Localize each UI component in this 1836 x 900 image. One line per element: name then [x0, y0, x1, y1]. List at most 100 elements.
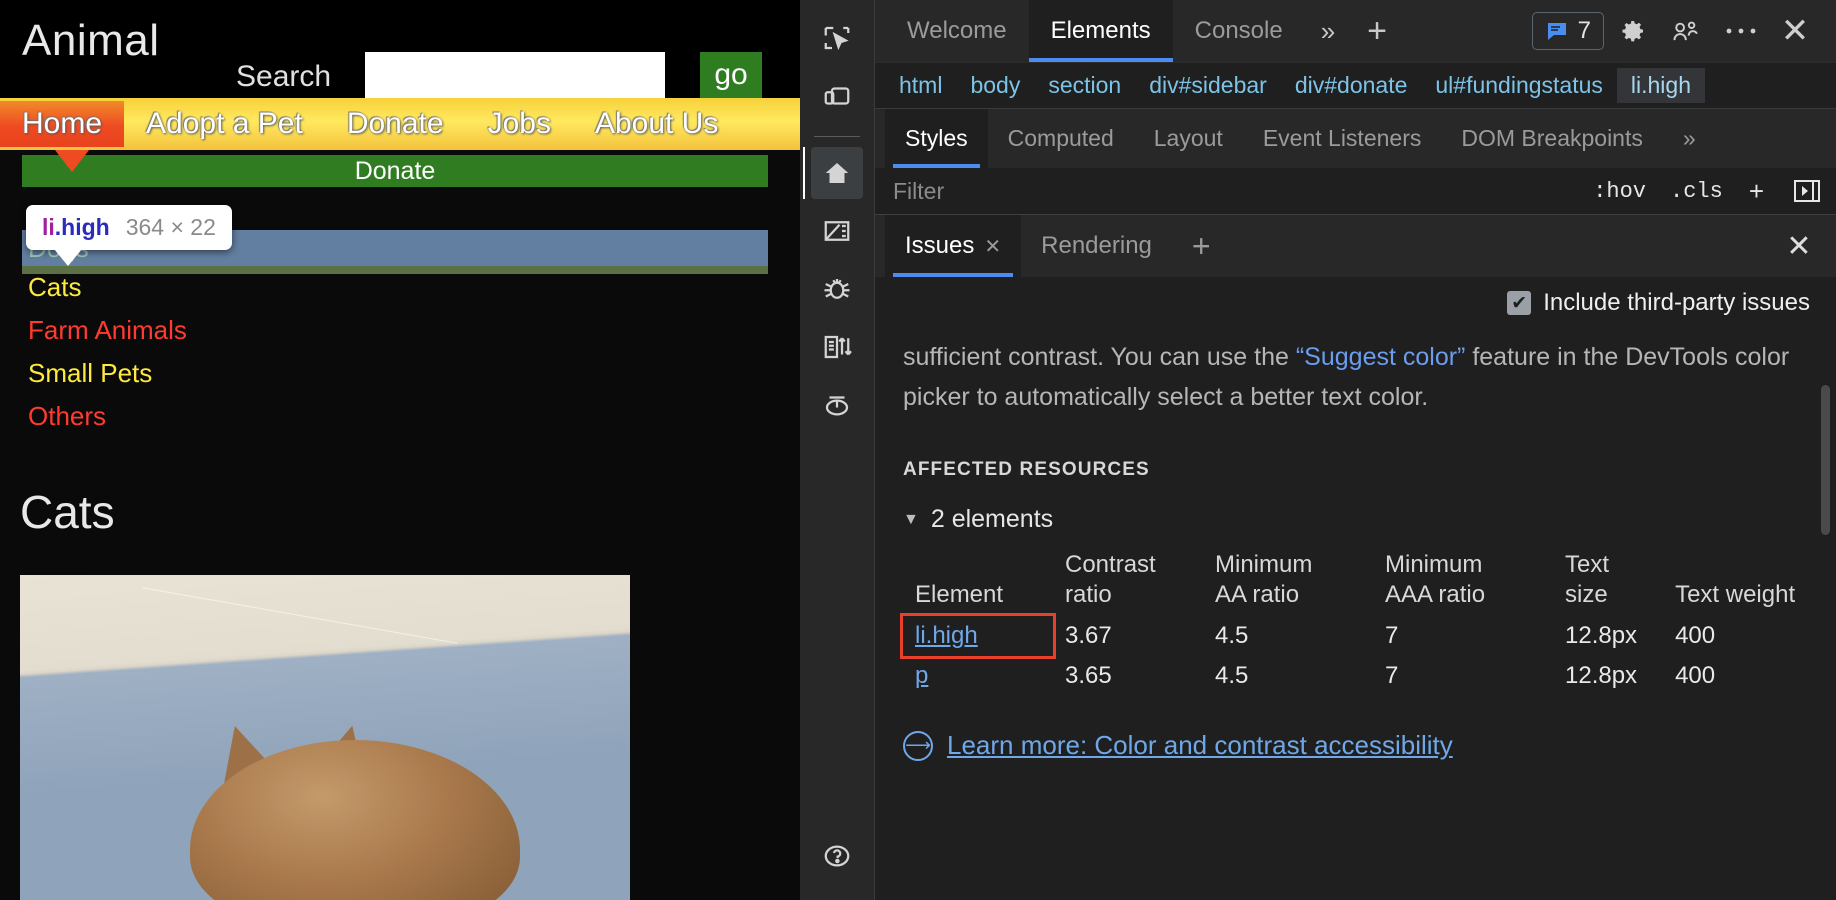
nav-active-caret	[55, 150, 89, 172]
styles-filter-bar: :hov .cls +	[875, 168, 1836, 214]
affected-elements-count: 2 elements	[931, 505, 1053, 534]
breadcrumb-item-html[interactable]: html	[885, 68, 956, 103]
issues-count-badge[interactable]: 7	[1532, 12, 1604, 50]
cell-text-weight: 400	[1663, 616, 1821, 656]
cat-photo	[20, 575, 630, 900]
dom-breadcrumb: html body section div#sidebar div#donate…	[875, 62, 1836, 108]
device-toolbar-icon[interactable]	[811, 70, 863, 122]
tab-event-listeners[interactable]: Event Listeners	[1243, 109, 1442, 168]
issue-scrollbar[interactable]	[1821, 385, 1830, 535]
gear-icon[interactable]	[1608, 6, 1658, 56]
devtools-experiment-icon[interactable]	[1662, 6, 1712, 56]
include-third-party-checkbox[interactable]: ✔	[1507, 291, 1531, 315]
learn-more-row: ⟶ Learn more: Color and contrast accessi…	[903, 730, 1836, 761]
styles-pane-tabs: Styles Computed Layout Event Listeners D…	[875, 108, 1836, 168]
toggle-element-state-button[interactable]: :hov	[1581, 179, 1658, 204]
more-options-icon[interactable]	[1716, 6, 1766, 56]
tab-console[interactable]: Console	[1173, 0, 1305, 62]
breadcrumb-item-li-high[interactable]: li.high	[1617, 68, 1705, 103]
inspector-tooltip-dimensions: 364 × 22	[126, 214, 216, 241]
suggest-color-link[interactable]: “Suggest color”	[1296, 343, 1466, 371]
affected-element-link[interactable]: p	[915, 662, 928, 689]
tab-styles[interactable]: Styles	[885, 109, 988, 168]
drawer-add-tab-icon[interactable]: +	[1172, 215, 1231, 277]
tab-welcome[interactable]: Welcome	[885, 0, 1029, 62]
inspector-tooltip-tag: li.high	[42, 214, 110, 241]
computed-sidebar-toggle-icon[interactable]	[1778, 177, 1836, 205]
affected-element-link[interactable]: li.high	[915, 622, 978, 649]
drawer-tab-issues-close-icon[interactable]: ✕	[984, 234, 1001, 259]
home-panel-icon[interactable]	[811, 147, 863, 199]
col-text-weight: Text weight	[1663, 550, 1821, 616]
breadcrumb-item-section[interactable]: section	[1034, 68, 1135, 103]
arrow-right-circle-icon: ⟶	[903, 731, 933, 761]
cell-contrast-ratio: 3.67	[1053, 616, 1203, 656]
styles-tabs-overflow-icon[interactable]: »	[1663, 109, 1716, 168]
devtools-rail	[800, 0, 875, 900]
breadcrumb-item-ul-fundingstatus[interactable]: ul#fundingstatus	[1421, 68, 1617, 103]
new-style-rule-button[interactable]: +	[1735, 176, 1778, 207]
cell-min-aaa: 7	[1373, 656, 1553, 696]
drawer-tab-issues[interactable]: Issues ✕	[885, 215, 1021, 277]
funding-item-farm-animals[interactable]: Farm Animals	[22, 309, 768, 352]
bug-icon[interactable]	[811, 263, 863, 315]
breadcrumb-item-body[interactable]: body	[956, 68, 1034, 103]
devtools-tabbar-actions: 7	[1532, 0, 1836, 62]
site-navbar: Home Adopt a Pet Donate Jobs About Us	[0, 98, 800, 150]
issue-description: sufficient contrast. You can use the “Su…	[903, 329, 1836, 417]
funding-item-small-pets[interactable]: Small Pets	[22, 352, 768, 395]
breadcrumb-item-div-donate[interactable]: div#donate	[1281, 68, 1422, 103]
tab-dom-breakpoints[interactable]: DOM Breakpoints	[1441, 109, 1663, 168]
nav-item-adopt-a-pet[interactable]: Adopt a Pet	[124, 101, 325, 147]
close-devtools-icon[interactable]: ✕	[1770, 6, 1820, 56]
drawer-close-icon[interactable]: ✕	[1776, 215, 1836, 277]
col-contrast-ratio: Contrast ratio	[1053, 550, 1203, 616]
search-go-button[interactable]: go	[700, 52, 762, 98]
cell-min-aaa: 7	[1373, 616, 1553, 656]
add-tab-icon[interactable]: +	[1351, 0, 1403, 62]
learn-more-link[interactable]: Learn more: Color and contrast accessibi…	[947, 730, 1453, 761]
nav-item-home[interactable]: Home	[0, 101, 124, 147]
devtools-main: Welcome Elements Console » + 7	[875, 0, 1836, 900]
devtools-body: Welcome Elements Console » + 7	[800, 0, 1836, 900]
breadcrumb-item-div-sidebar[interactable]: div#sidebar	[1135, 68, 1281, 103]
cell-text-weight: 400	[1663, 656, 1821, 696]
web-page-viewport: Animal Search go Home Adopt a Pet Donate…	[0, 0, 800, 900]
toggle-class-button[interactable]: .cls	[1658, 179, 1735, 204]
drawer-tab-rendering[interactable]: Rendering	[1021, 215, 1172, 277]
cell-min-aa: 4.5	[1203, 656, 1373, 696]
col-minimum-aa: Minimum AA ratio	[1203, 550, 1373, 616]
tab-layout[interactable]: Layout	[1134, 109, 1243, 168]
table-header-row: Element Contrast ratio Minimum AA ratio …	[903, 550, 1821, 616]
tab-elements[interactable]: Elements	[1029, 0, 1173, 62]
nav-item-jobs[interactable]: Jobs	[466, 101, 573, 147]
sidebar-funding-status: Dogs Cats Farm Animals Small Pets Others	[22, 230, 768, 438]
funding-item-others[interactable]: Others	[22, 395, 768, 438]
affected-element-li-high[interactable]: li.high	[903, 616, 1053, 656]
affected-elements-toggle[interactable]: ▼ 2 elements	[903, 505, 1836, 534]
nav-item-donate[interactable]: Donate	[325, 101, 466, 147]
col-element: Element	[903, 550, 1053, 616]
tab-computed[interactable]: Computed	[988, 109, 1134, 168]
help-icon[interactable]	[811, 830, 863, 882]
nav-item-about-us[interactable]: About Us	[573, 101, 740, 147]
styles-filter-input[interactable]	[875, 178, 1581, 205]
affected-resources-table: Element Contrast ratio Minimum AA ratio …	[903, 550, 1821, 696]
devtools-drawer: Issues ✕ Rendering + ✕ ✔ Include third-p…	[875, 214, 1836, 900]
donate-banner[interactable]: Donate	[22, 155, 768, 187]
issue-detail-body: sufficient contrast. You can use the “Su…	[875, 329, 1836, 900]
chevron-down-icon: ▼	[903, 511, 919, 529]
page-section-title: Cats	[20, 485, 115, 539]
elements-panel-icon[interactable]	[811, 205, 863, 257]
search-label: Search	[236, 60, 331, 94]
inspect-element-icon[interactable]	[811, 12, 863, 64]
tab-overflow-icon[interactable]: »	[1305, 0, 1351, 62]
funding-status-list: Dogs Cats Farm Animals Small Pets Others	[22, 230, 768, 438]
col-minimum-aaa: Minimum AAA ratio	[1373, 550, 1553, 616]
search-input[interactable]	[365, 52, 665, 98]
affected-element-p[interactable]: p	[903, 656, 1053, 696]
network-panel-icon[interactable]	[811, 321, 863, 373]
issues-badge-icon	[1545, 19, 1569, 43]
performance-panel-icon[interactable]	[811, 379, 863, 431]
issues-toolbar: ✔ Include third-party issues	[875, 277, 1836, 329]
